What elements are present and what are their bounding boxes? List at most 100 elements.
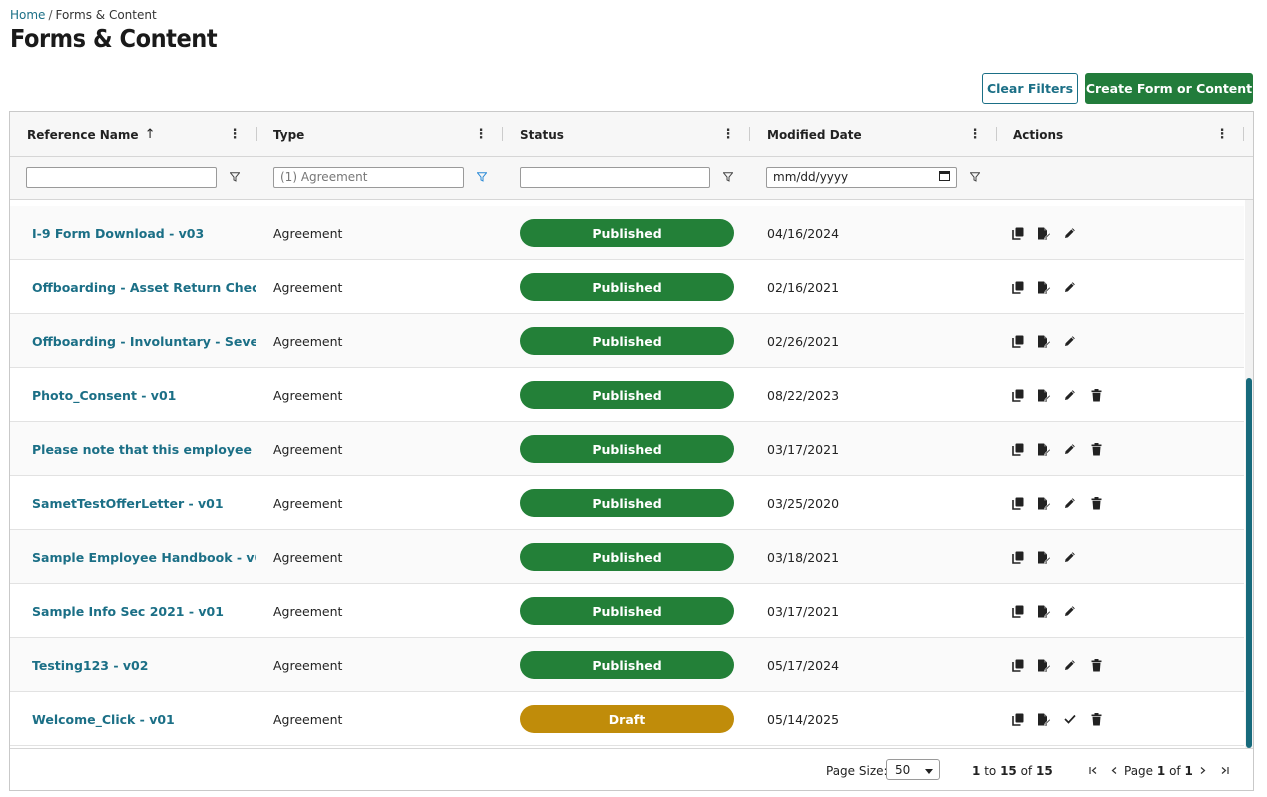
copy-icon[interactable] (1011, 280, 1025, 294)
copy-icon[interactable] (1011, 658, 1025, 672)
modified-date-cell: 02/16/2021 (767, 279, 840, 295)
reference-name-link[interactable]: I-9 Form Download - v03 (32, 206, 256, 260)
status-badge: Published (520, 651, 734, 679)
edit-document-icon[interactable] (1037, 712, 1051, 726)
pencil-icon[interactable] (1063, 280, 1077, 294)
pencil-icon[interactable] (1063, 658, 1077, 672)
clear-filters-button[interactable]: Clear Filters (982, 73, 1078, 104)
checkmark-icon[interactable] (1063, 712, 1077, 726)
column-separator[interactable] (749, 127, 750, 141)
filter-icon[interactable] (228, 169, 242, 185)
breadcrumb-home-link[interactable]: Home (10, 8, 45, 22)
filter-icon[interactable] (475, 169, 489, 185)
status-filter-input[interactable] (520, 167, 710, 188)
reference-name-link[interactable]: Sample Employee Handbook - v01 ... (32, 530, 256, 584)
trash-icon[interactable] (1089, 496, 1103, 510)
first-page-icon[interactable] (1086, 762, 1100, 778)
edit-document-icon[interactable] (1037, 658, 1051, 672)
reference-name-link[interactable]: Offboarding - Asset Return Checklist (32, 260, 256, 314)
page-size-select[interactable]: 50 (886, 759, 940, 780)
filter-icon[interactable] (721, 169, 735, 185)
next-page-icon[interactable] (1195, 762, 1209, 778)
calendar-icon[interactable] (939, 170, 950, 185)
reference-name-filter-input[interactable] (26, 167, 217, 188)
type-filter-input[interactable]: (1) Agreement (273, 167, 464, 188)
reference-name-link[interactable]: Photo_Consent - v01 (32, 368, 256, 422)
table-row[interactable]: Sample Info Sec 2021 - v01 Agreement Publi… (10, 584, 1244, 638)
edit-document-icon[interactable] (1037, 226, 1051, 240)
copy-icon[interactable] (1011, 550, 1025, 564)
header-reference-name[interactable]: Reference Name ↑ (27, 112, 155, 157)
last-page-icon[interactable] (1217, 762, 1231, 778)
reference-name-link[interactable]: Offboarding - Involuntary - Severance (32, 314, 256, 368)
edit-document-icon[interactable] (1037, 280, 1051, 294)
column-separator[interactable] (256, 127, 257, 141)
header-status[interactable]: Status (520, 112, 564, 157)
pencil-icon[interactable] (1063, 550, 1077, 564)
status-badge: Published (520, 219, 734, 247)
table-row[interactable]: Sample Employee Handbook - v01 ... Agreem… (10, 530, 1244, 584)
edit-document-icon[interactable] (1037, 388, 1051, 402)
create-form-button[interactable]: Create Form or Content (1085, 73, 1253, 104)
scrollbar-thumb[interactable] (1246, 378, 1252, 748)
column-menu-icon[interactable]: ⋮ (475, 112, 488, 157)
reference-name-link[interactable]: Welcome_Click - v01 (32, 692, 256, 746)
copy-icon[interactable] (1011, 712, 1025, 726)
pencil-icon[interactable] (1063, 226, 1077, 240)
previous-page-icon[interactable] (1107, 762, 1121, 778)
vertical-scrollbar[interactable] (1245, 200, 1253, 748)
column-menu-icon[interactable]: ⋮ (969, 112, 982, 157)
page-title: Forms & Content (10, 24, 218, 53)
filter-icon[interactable] (968, 169, 982, 185)
reference-name-link[interactable]: Testing123 - v02 (32, 638, 256, 692)
page-size-label: Page Size: (826, 764, 888, 778)
copy-icon[interactable] (1011, 388, 1025, 402)
modified-date-cell: 02/26/2021 (767, 333, 840, 349)
type-cell: Agreement (273, 333, 343, 349)
trash-icon[interactable] (1089, 442, 1103, 456)
copy-icon[interactable] (1011, 604, 1025, 618)
reference-name-link[interactable]: SametTestOfferLetter - v01 (32, 476, 256, 530)
column-menu-icon[interactable]: ⋮ (722, 112, 735, 157)
modified-date-cell: 03/25/2020 (767, 495, 840, 511)
pencil-icon[interactable] (1063, 496, 1077, 510)
trash-icon[interactable] (1089, 658, 1103, 672)
table-row[interactable]: Testing123 - v02 Agreement Published 05/17/… (10, 638, 1244, 692)
trash-icon[interactable] (1089, 712, 1103, 726)
table-row[interactable]: Please note that this employee has Agreem… (10, 422, 1244, 476)
column-menu-icon[interactable]: ⋮ (229, 112, 242, 157)
reference-name-link[interactable]: Please note that this employee has (32, 422, 256, 476)
modified-date-filter-input[interactable]: mm/dd/yyyy (766, 167, 957, 188)
edit-document-icon[interactable] (1037, 496, 1051, 510)
table-row[interactable]: Welcome_Click - v01 Agreement Draft 05/14/2… (10, 692, 1244, 746)
edit-document-icon[interactable] (1037, 442, 1051, 456)
pencil-icon[interactable] (1063, 334, 1077, 348)
table-row[interactable]: I-9 Form Download - v03 Agreement Publishe… (10, 206, 1244, 260)
table-row[interactable]: Offboarding - Involuntary - Severance Agr… (10, 314, 1244, 368)
column-menu-icon[interactable]: ⋮ (1216, 112, 1229, 157)
pencil-icon[interactable] (1063, 442, 1077, 456)
type-cell: Agreement (273, 387, 343, 403)
pencil-icon[interactable] (1063, 388, 1077, 402)
reference-name-link[interactable]: Sample Info Sec 2021 - v01 (32, 584, 256, 638)
modified-date-cell: 05/17/2024 (767, 657, 840, 673)
column-separator[interactable] (502, 127, 503, 141)
header-type[interactable]: Type (273, 112, 304, 157)
table-row[interactable]: SametTestOfferLetter - v01 Agreement Publi… (10, 476, 1244, 530)
copy-icon[interactable] (1011, 442, 1025, 456)
copy-icon[interactable] (1011, 334, 1025, 348)
edit-document-icon[interactable] (1037, 550, 1051, 564)
table-row[interactable]: Photo_Consent - v01 Agreement Published 08/… (10, 368, 1244, 422)
pencil-icon[interactable] (1063, 604, 1077, 618)
copy-icon[interactable] (1011, 496, 1025, 510)
header-modified-date[interactable]: Modified Date (767, 112, 862, 157)
modified-date-cell: 03/17/2021 (767, 603, 840, 619)
table-row[interactable]: Offboarding - Asset Return Checklist Agre… (10, 260, 1244, 314)
status-badge: Published (520, 543, 734, 571)
edit-document-icon[interactable] (1037, 604, 1051, 618)
edit-document-icon[interactable] (1037, 334, 1051, 348)
pagination-bar: Page Size: 50 1 to 15 of 15 Page 1 of 1 (10, 748, 1253, 790)
trash-icon[interactable] (1089, 388, 1103, 402)
copy-icon[interactable] (1011, 226, 1025, 240)
column-separator[interactable] (996, 127, 997, 141)
